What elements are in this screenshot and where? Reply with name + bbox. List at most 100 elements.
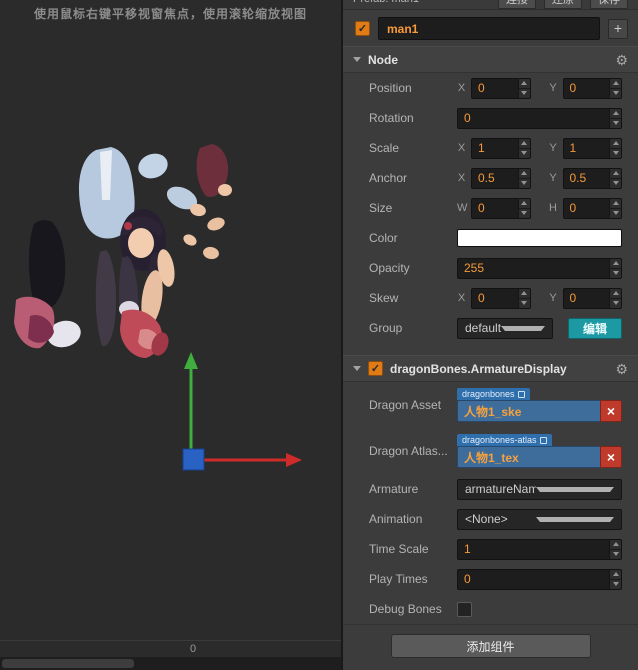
y-axis-label: Y	[549, 142, 557, 154]
stepper-arrows[interactable]	[517, 288, 530, 308]
gizmo-x-arrowhead	[286, 453, 302, 467]
stepper-arrows[interactable]	[517, 198, 530, 218]
y-axis-label: Y	[549, 172, 557, 184]
skew-label: Skew	[369, 291, 399, 305]
prefab-save-button[interactable]: 保存	[590, 0, 628, 9]
gear-icon[interactable]	[615, 362, 628, 376]
inspector-footer: 添加组件	[343, 624, 638, 670]
color-swatch[interactable]	[457, 229, 622, 247]
armature-section-header[interactable]: dragonBones.ArmatureDisplay	[343, 355, 638, 382]
time-scale-row: Time Scale 1	[343, 534, 638, 564]
step-down-icon	[519, 149, 530, 158]
size-h-input[interactable]: 0	[562, 197, 622, 219]
stepper-arrows[interactable]	[609, 198, 621, 218]
step-down-icon	[610, 209, 621, 218]
stepper-arrows[interactable]	[609, 539, 621, 559]
stepper-arrows[interactable]	[609, 78, 621, 98]
scene-ruler: 0	[0, 640, 341, 657]
gizmo-y-arrowhead	[184, 352, 198, 369]
position-row: Position X 0 Y 0	[343, 73, 638, 103]
chevron-down-icon	[501, 325, 545, 331]
y-axis-label: Y	[549, 82, 557, 94]
stepper-arrows[interactable]	[517, 168, 530, 188]
opacity-row: Opacity 255	[343, 253, 638, 283]
scene-view[interactable]: 使用鼠标右键平移视窗焦点，使用滚轮缩放视图 0	[0, 0, 343, 670]
open-asset-icon[interactable]	[539, 436, 547, 444]
step-up-icon	[518, 289, 530, 299]
color-row: Color	[343, 223, 638, 253]
open-asset-icon[interactable]	[517, 390, 525, 398]
stepper-arrows[interactable]	[609, 569, 621, 589]
stepper-arrows[interactable]	[517, 78, 530, 98]
plus-button[interactable]: +	[608, 18, 628, 39]
step-up-icon	[518, 199, 530, 209]
collapse-triangle-icon[interactable]	[353, 366, 361, 371]
component-enabled-checkbox[interactable]	[368, 361, 383, 376]
skew-x-input[interactable]: 0	[471, 287, 531, 309]
anchor-row: Anchor X 0.5 Y 0.5	[343, 163, 638, 193]
horizontal-scrollbar[interactable]	[0, 657, 341, 670]
node-name-value: man1	[387, 21, 419, 36]
group-value: default	[465, 321, 501, 335]
add-component-button[interactable]: 添加组件	[390, 634, 591, 658]
armature-value: armatureName	[465, 482, 536, 496]
skew-y-input[interactable]: 0	[562, 287, 622, 309]
dragon-asset-field[interactable]: 人物1_ske	[457, 400, 600, 422]
stepper-arrows[interactable]	[609, 168, 621, 188]
character-sprite-parts	[14, 144, 232, 358]
node-name-input[interactable]: man1	[378, 17, 600, 40]
time-scale-input[interactable]: 1	[457, 538, 622, 560]
size-row: Size W 0 H 0	[343, 193, 638, 223]
step-down-icon	[519, 299, 530, 308]
animation-value: <None>	[465, 512, 508, 526]
armature-section-title: dragonBones.ArmatureDisplay	[390, 361, 567, 376]
collapse-triangle-icon[interactable]	[353, 57, 361, 62]
prefab-revert-button[interactable]: 还原	[544, 0, 582, 9]
dragon-atlas-field[interactable]: 人物1_tex	[457, 446, 600, 468]
prefab-connect-button[interactable]: 连接	[498, 0, 536, 9]
scrollbar-thumb[interactable]	[2, 659, 134, 668]
step-up-icon	[518, 139, 530, 149]
step-up-icon	[518, 169, 530, 179]
animation-label: Animation	[369, 512, 423, 526]
stepper-arrows[interactable]	[609, 288, 621, 308]
rotation-row: Rotation 0	[343, 103, 638, 133]
opacity-input[interactable]: 255	[457, 257, 622, 279]
x-axis-label: X	[457, 142, 466, 154]
gear-icon[interactable]	[615, 53, 628, 67]
anchor-x-input[interactable]: 0.5	[471, 167, 531, 189]
stepper-arrows[interactable]	[609, 258, 621, 278]
play-times-input[interactable]: 0	[457, 568, 622, 590]
size-w-input[interactable]: 0	[471, 197, 531, 219]
node-active-checkbox[interactable]	[355, 21, 370, 36]
stepper-arrows[interactable]	[517, 138, 530, 158]
move-gizmo[interactable]	[182, 352, 302, 471]
node-name-row: man1 +	[343, 10, 638, 46]
scale-x-input[interactable]: 1	[471, 137, 531, 159]
play-times-row: Play Times 0	[343, 564, 638, 594]
stepper-arrows[interactable]	[609, 108, 621, 128]
step-down-icon	[610, 269, 621, 278]
debug-bones-label: Debug Bones	[369, 602, 442, 616]
position-y-input[interactable]: 0	[562, 77, 622, 99]
remove-asset-button[interactable]	[600, 446, 622, 468]
debug-bones-row: Debug Bones	[343, 594, 638, 624]
animation-dropdown[interactable]: <None>	[457, 508, 622, 530]
group-edit-button[interactable]: 编辑	[568, 317, 622, 339]
dragon-asset-row: Dragon Asset dragonbones 人物1_ske	[343, 382, 638, 428]
remove-asset-button[interactable]	[600, 400, 622, 422]
anchor-label: Anchor	[369, 171, 408, 185]
group-dropdown[interactable]: default	[457, 317, 553, 339]
scale-y-input[interactable]: 1	[562, 137, 622, 159]
chevron-down-icon	[535, 516, 614, 522]
prefab-label: Prefab: man1	[353, 0, 490, 5]
position-x-input[interactable]: 0	[471, 77, 531, 99]
armature-dropdown[interactable]: armatureName	[457, 478, 622, 500]
scene-canvas[interactable]	[0, 0, 343, 670]
dragon-asset-value: 人物1_ske	[464, 404, 522, 419]
debug-bones-checkbox[interactable]	[457, 601, 472, 617]
node-section-header[interactable]: Node	[343, 46, 638, 73]
rotation-input[interactable]: 0	[457, 107, 622, 129]
stepper-arrows[interactable]	[609, 138, 621, 158]
anchor-y-input[interactable]: 0.5	[562, 167, 622, 189]
